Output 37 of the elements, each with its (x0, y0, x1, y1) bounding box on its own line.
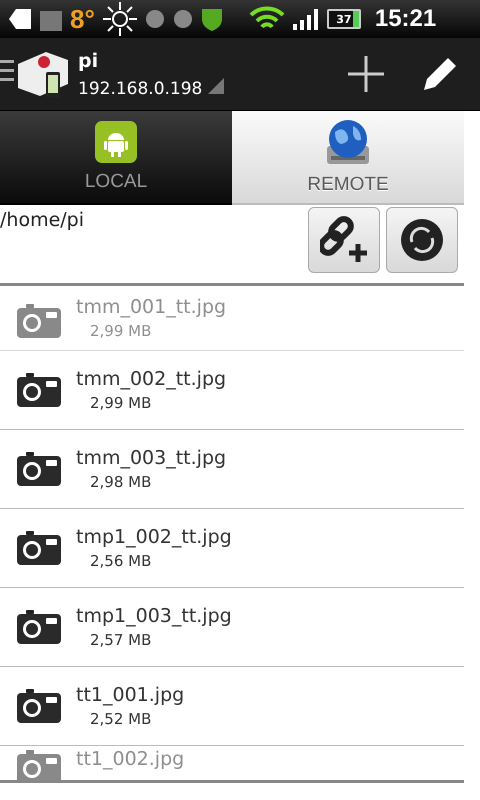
clock-time: 15:21 (374, 5, 436, 33)
host-address[interactable]: 192.168.0.198 (78, 78, 318, 98)
battery-indicator: 37 (326, 9, 361, 29)
tab[interactable]: REMOTE (232, 111, 464, 205)
camera-icon (16, 748, 62, 780)
file-size: 2,99 MB (89, 322, 152, 340)
file-size: 2,98 MB (89, 473, 152, 491)
link-plus-icon (320, 216, 368, 264)
file-name[interactable]: tt1_001.jpg (76, 684, 184, 706)
file-size: 2,57 MB (89, 631, 152, 649)
signal-icon (292, 8, 319, 30)
file-name[interactable]: tmm_003_tt.jpg (76, 447, 226, 469)
camera-icon (16, 371, 62, 409)
plus-icon (346, 54, 386, 94)
file-size: 2,99 MB (89, 394, 152, 412)
dropdown-corner-icon (208, 78, 224, 94)
shield-icon (200, 7, 223, 31)
android-icon (95, 121, 137, 163)
add-link-button[interactable] (308, 207, 380, 273)
camera-icon (16, 450, 62, 488)
camera-icon (16, 608, 62, 646)
current-path: /home/pi (0, 208, 86, 233)
file-name[interactable]: tmm_002_tt.jpg (76, 368, 226, 390)
file-size: 2,56 MB (89, 552, 152, 570)
file-name[interactable]: tmp1_003_tt.jpg (76, 605, 232, 627)
file-size: 2,52 MB (89, 710, 152, 728)
tab[interactable]: LOCAL (0, 111, 232, 205)
camera-icon (16, 302, 62, 340)
camera-icon (16, 529, 62, 567)
camera-icon (16, 687, 62, 725)
refresh-button[interactable] (386, 207, 458, 273)
temperature: 8° (70, 4, 95, 34)
connection-title: pi (78, 50, 100, 72)
file-name[interactable]: tmp1_002_tt.jpg (76, 526, 232, 548)
globe-drive-icon (325, 118, 371, 166)
refresh-icon (400, 218, 444, 262)
sun-icon (102, 2, 137, 36)
